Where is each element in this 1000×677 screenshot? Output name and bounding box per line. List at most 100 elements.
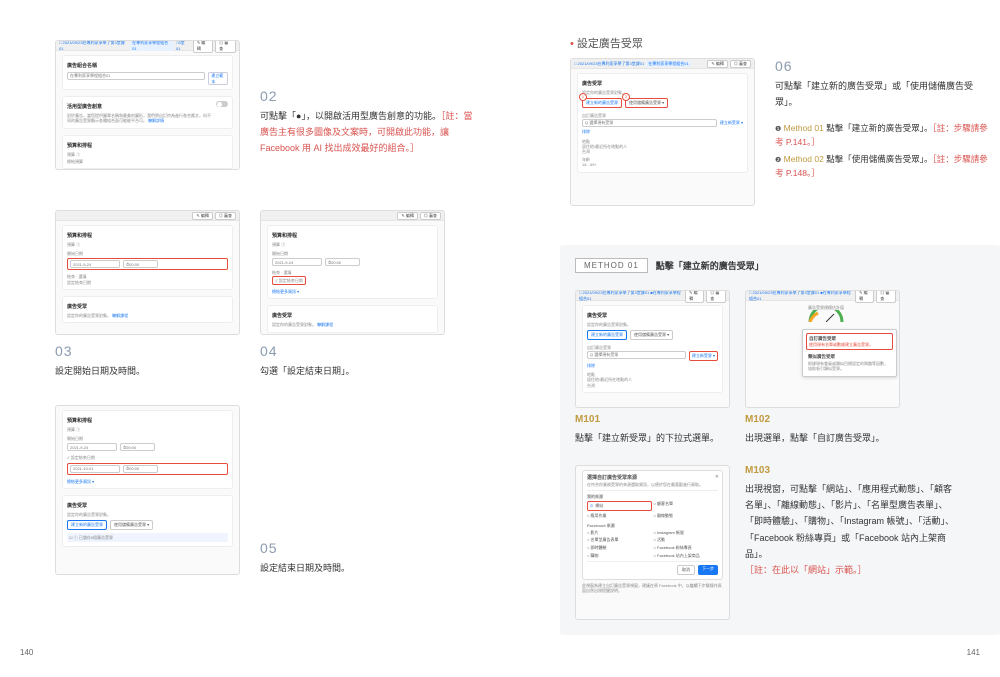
opt-shop[interactable]: ○ 購物 — [587, 553, 652, 559]
create-new-aud-pill[interactable]: 建立新的廣告受眾 — [582, 98, 622, 108]
method01-badge: METHOD 01 — [575, 258, 648, 273]
step02-number: 02 — [260, 88, 278, 104]
adset-name-input[interactable]: 在專利家享學程組合01 — [67, 72, 205, 80]
label-budget: 預算 ① — [272, 242, 433, 247]
end-date-row: 2021-10-01 ⏱ 00:00 — [67, 463, 228, 475]
src-input[interactable]: Q 選擇現有受眾 — [587, 351, 686, 359]
loc-val: 台灣 — [582, 149, 743, 154]
sched-sub2: 總結預算 — [67, 159, 228, 164]
template-btn[interactable]: 建立範本 — [208, 72, 228, 85]
opt-web[interactable]: ⊙網站 — [587, 501, 652, 511]
edit-btn[interactable]: ✎ 編輯 — [707, 60, 727, 68]
dyn-more[interactable]: 瞭解詳情 — [148, 118, 164, 123]
method-text-2: 點擊「使用儲備廣告受眾」。 — [826, 154, 932, 164]
review-btn[interactable]: ◎ 審查 — [420, 212, 441, 220]
date-input[interactable]: 2021-9-24 — [70, 260, 120, 268]
src-new-dropdown[interactable]: 建立新受眾 ▾ — [689, 351, 718, 361]
aud-sub: 設定你的廣告受眾對象。 — [272, 322, 316, 327]
review-btn[interactable]: ◎ 審查 — [730, 60, 751, 68]
chk-end[interactable]: 設定結束日期 — [67, 280, 228, 285]
review-btn[interactable]: ◎ 審查 — [215, 212, 236, 220]
opt-ig[interactable]: ○ Instagram 帳號 — [654, 530, 719, 536]
next-btn[interactable]: 下一步 — [698, 565, 718, 575]
page-number-right: 141 — [967, 648, 980, 657]
close-icon[interactable]: ✕ — [715, 474, 719, 481]
saved-aud-pill[interactable]: 使用儲備廣告受眾 ▾ — [630, 330, 673, 340]
src-new[interactable]: 建立新受眾 ▾ — [720, 119, 743, 127]
show-more[interactable]: 總結更多資訊 ▾ — [67, 479, 228, 485]
step03-number: 03 — [55, 343, 73, 359]
label-sched: 預算和排程 — [67, 233, 228, 240]
dynamic-toggle[interactable] — [216, 101, 228, 107]
start-date-row: 2021-9-24 ⏱ 00:00 — [67, 258, 228, 270]
menu-item-custom[interactable]: 自訂廣告受眾 使用現有名單或數據建立廣告受眾。 — [806, 333, 893, 350]
src-input[interactable]: Q 選擇現有受眾 — [582, 119, 717, 127]
date-input[interactable]: 2021-9-24 — [272, 258, 322, 266]
m102-text: 出現選單，點擊「自訂廣告受眾」。 — [745, 430, 900, 446]
show-more[interactable]: 總結更多資訊 ▾ — [272, 289, 433, 295]
menu-item-lookalike[interactable]: 類似廣告受眾 根據現有會員或類似目標設定的興趣等因數，協助吸引類似受眾。 — [806, 352, 893, 373]
section-header: • 設定廣告受眾 — [570, 35, 643, 51]
review-btn[interactable]: ◎ 審查 — [706, 290, 726, 303]
review-btn[interactable]: ◎ 審查 — [215, 40, 236, 53]
label-audience: 廣告受眾 — [587, 313, 718, 320]
m101-screenshot: □ 2021/09/23在專利家享學了第3堂課01 ■在專利家享學程組合01 ✎… — [575, 290, 730, 408]
edit-btn[interactable]: ✎ 編輯 — [193, 40, 213, 53]
m102-screenshot: □ 2021/09/23在專利家享學了第3堂課01 ■在專利家享學程組合01 ✎… — [745, 290, 900, 408]
end-time-input[interactable]: ⏱ 00:00 — [123, 465, 158, 473]
create-aud-btn[interactable]: 建立新的廣告受眾 — [67, 520, 107, 530]
label-src: 自訂廣告受眾 — [582, 113, 743, 118]
time-input[interactable]: ⏱ 00:00 — [325, 258, 360, 266]
bullet-1: ❶ — [775, 124, 781, 135]
chk-end[interactable]: ✓ 設定結束日期 — [67, 455, 228, 460]
time-input[interactable]: ⏱ 00:00 — [120, 443, 155, 451]
end-date-input[interactable]: 2021-10-01 — [70, 465, 120, 473]
label-start: 開始日期 — [272, 251, 433, 256]
crumb2: 在專利家享學程組合01 — [646, 61, 690, 67]
opt-offline[interactable]: ○ 離線動態 — [654, 513, 719, 519]
saved-aud-btn[interactable]: 使用儲備廣告受眾 ▾ — [110, 520, 153, 530]
opt-ie[interactable]: ○ 即時體驗 — [587, 545, 652, 551]
m102-label: M102 — [745, 414, 770, 425]
loc-val: 台灣 — [587, 383, 718, 388]
opt-video[interactable]: ○ 影片 — [587, 530, 652, 536]
opt-app[interactable]: ○ 應用作業 — [587, 513, 652, 519]
date-input[interactable]: 2021-9-24 — [67, 443, 117, 451]
create-new-aud-pill[interactable]: 建立新的廣告受眾 — [587, 330, 627, 340]
step06-screenshot: □ 2021/09/23在專利家享學了第3堂課01 在專利家享學程組合01 ✎ … — [570, 58, 755, 206]
group2-label: Facebook 來源 — [587, 523, 718, 528]
label-start: 開始日期 — [67, 251, 228, 256]
crumb2: 在專利家享學程組合01 — [130, 40, 174, 51]
label-audience: 廣告受眾 — [272, 313, 433, 320]
method-text-1: 點擊「建立新的廣告受眾」。 — [826, 123, 932, 133]
edit-btn[interactable]: ✎ 編輯 — [685, 290, 704, 303]
exclude-link[interactable]: 排除 — [587, 363, 718, 369]
edit-btn[interactable]: ✎ 編輯 — [192, 212, 212, 220]
opt-listing[interactable]: ○ Facebook 站內上架商品 — [654, 553, 719, 559]
cancel-btn[interactable]: 取消 — [677, 565, 695, 575]
time-input[interactable]: ⏱ 00:00 — [123, 260, 158, 268]
label-budget: 預算 ① — [67, 427, 228, 432]
method-label-2: Method 02 — [784, 154, 824, 164]
saved-aud-pill[interactable]: 使用儲備廣告受眾 ▾ — [625, 98, 668, 108]
opt-page[interactable]: ○ Facebook 粉絲專頁 — [654, 545, 719, 551]
label-audience: 廣告受眾 — [67, 304, 228, 311]
label-start: 開始日期 — [67, 436, 228, 441]
chk-end[interactable]: ✓ 設定結束日期 — [272, 276, 306, 285]
exclude-link[interactable]: 排除 — [582, 129, 743, 135]
method-label-1: Method 01 — [784, 123, 824, 133]
crumb1: □ 2021/09/23在專利家享學了第3堂課01 — [59, 40, 128, 51]
step06-text: 可點擊「建立新的廣告受眾」或「使用儲備廣告受眾」。 — [775, 78, 985, 110]
opt-form[interactable]: ○ 名單型廣告表單 — [587, 537, 652, 543]
opt-list[interactable]: ○ 顧客名單 — [654, 501, 719, 511]
dropdown-menu: 自訂廣告受眾 使用現有名單或數據建立廣告受眾。 類似廣告受眾 根據現有會員或類似… — [802, 329, 897, 377]
label-audience: 廣告受眾 — [67, 503, 228, 510]
opt-event[interactable]: ○ 活動 — [654, 537, 719, 543]
aud-sub: 設定你的廣告受眾對象。 — [587, 322, 718, 327]
dynamic-creative-block: 活用型廣告創意 對於廣告，當您提供圖單名稱和最美的圖形，我們將自訂符為進行各合應… — [62, 96, 233, 128]
aud-more-link[interactable]: 瞭解課程 — [112, 313, 128, 318]
edit-btn[interactable]: ✎ 編輯 — [397, 212, 417, 220]
step02-text: 可點擊「●」，以開啟活用型廣告創意的功能。［註：當廣告主有很多圖像及文案時，可開… — [260, 108, 475, 157]
aud-more-link[interactable]: 瞭解課程 — [317, 322, 333, 327]
crumb1: □ 2021/09/23在專利家享學了第3堂課01 — [574, 61, 644, 67]
